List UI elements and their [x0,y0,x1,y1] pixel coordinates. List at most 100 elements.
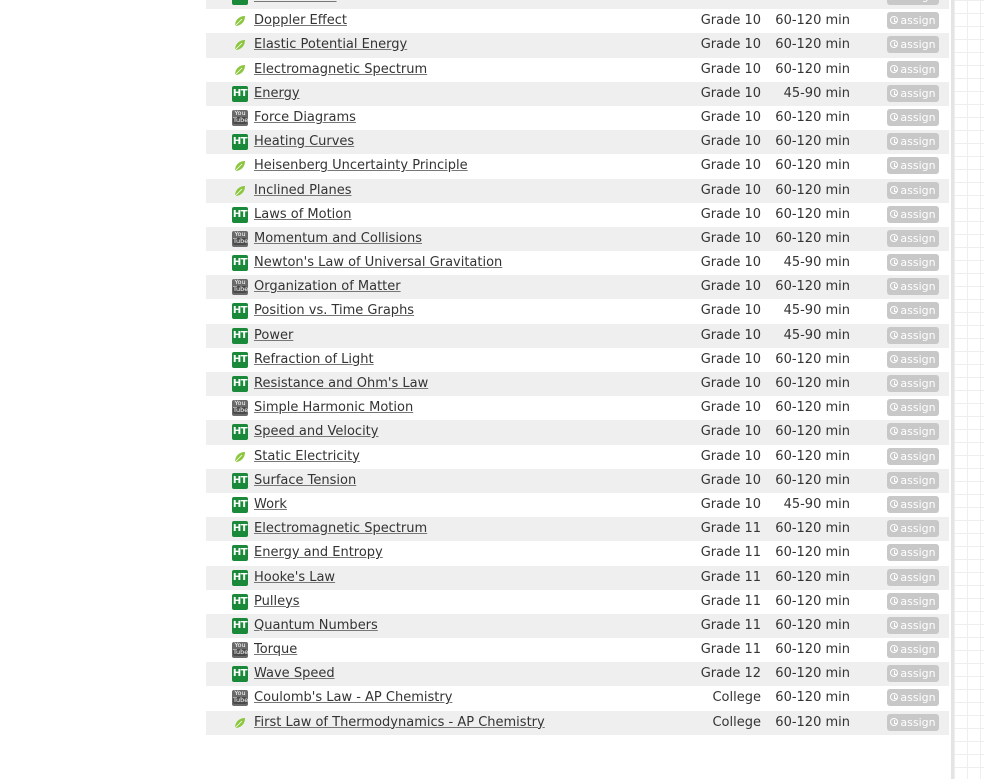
clock-icon [890,717,899,726]
activity-title-link[interactable]: Momentum and Collisions [254,231,422,246]
activity-title-link[interactable]: Newton's Law of Universal Gravitation [254,255,502,270]
clock-icon [890,499,899,508]
activity-title-link[interactable]: Coulomb's Law - AP Chemistry [254,690,452,705]
table-row: Doppler Effect Grade 10 60-120 min assign [206,9,949,33]
duration: 60-120 min [775,400,850,416]
assign-label: assign [900,328,936,342]
grade-level: Grade 10 [700,61,761,77]
duration: 60-120 min [775,666,850,682]
activity-title-link[interactable]: Electromagnetic Spectrum [254,521,427,536]
duration: 60-120 min [775,376,850,391]
grade-level: Grade 10 [700,109,761,125]
activity-title-link[interactable]: Work [254,497,287,512]
clock-icon [890,306,899,315]
activity-title-link[interactable]: Pulleys [254,594,300,609]
clock-icon [890,161,899,170]
assign-button[interactable]: assign [887,520,939,538]
activity-title-link[interactable]: Force Diagrams [254,110,356,125]
activity-title-link[interactable]: Hooke's Law [254,570,335,585]
youtube-icon: You Tube [232,108,249,126]
assign-button[interactable]: assign [887,592,939,610]
assign-button[interactable]: assign [887,447,939,465]
activity-title-link[interactable]: Torque [254,642,297,657]
ht-icon: HT [232,521,248,538]
assign-button[interactable]: assign [887,544,939,562]
activity-title-link[interactable]: Refraction of Light [254,352,374,367]
activity-title-link[interactable]: Position vs. Time Graphs [254,303,414,318]
activity-title-link[interactable]: Heisenberg Uncertainty Principle [254,158,468,173]
assign-button[interactable]: assign [887,205,939,223]
grade-level: Grade 10 [700,400,761,416]
assign-button[interactable]: assign [887,641,939,659]
table-row: You Tube Momentum and Collisions Grade 10 60… [206,226,949,252]
leaf-icon [232,158,248,174]
leaf-icon [232,62,248,78]
assign-button[interactable]: assign [887,375,939,392]
activity-title-link[interactable]: Electromagnetic Spectrum [254,62,427,77]
activity-title-link[interactable]: Heating Curves [254,134,354,149]
assign-label: assign [900,691,936,705]
clock-icon [890,427,899,436]
assign-button[interactable]: assign [887,568,939,586]
ht-icon: HT [232,206,248,223]
assign-button[interactable]: assign [887,689,939,707]
assign-button[interactable]: assign [887,0,939,5]
assign-button[interactable]: assign [887,616,939,634]
assign-button[interactable]: assign [887,350,939,368]
clock-icon [890,572,899,581]
assign-button[interactable]: assign [887,157,939,175]
activity-title-link[interactable]: Wave Speed [254,666,335,681]
duration: 60-120 min [775,134,850,150]
assign-button[interactable]: assign [887,254,939,272]
activity-title-link[interactable]: Laws of Motion [254,207,351,222]
duration: 45-90 min [783,255,850,271]
table-row: Static Electricity Grade 10 60-120 min assi… [206,445,949,469]
activity-title-link[interactable]: Energy [254,86,300,101]
activity-title-link[interactable]: Static Electricity [254,449,360,464]
activity-title-link[interactable]: Speed and Velocity [254,424,378,439]
table-row: HT Speed and Velocity Grade 10 60-120 min as… [206,420,949,445]
assign-button[interactable]: assign [887,108,939,126]
duration: 45-90 min [783,303,850,319]
grade-level: College [712,714,761,730]
assign-button[interactable]: assign [887,84,939,102]
activity-title-link[interactable]: Doppler Effect [254,13,347,28]
assign-button[interactable]: assign [887,326,939,344]
duration: 60-120 min [775,13,850,29]
activity-title-link[interactable]: Simple Harmonic Motion [254,400,413,415]
assign-button[interactable]: assign [887,713,939,731]
assign-button[interactable]: assign [887,60,939,78]
ht-icon: HT [232,496,248,513]
activity-title-link[interactable]: Energy and Entropy [254,545,383,560]
assign-button[interactable]: assign [887,133,939,151]
assign-button[interactable]: assign [887,423,939,441]
activity-title-link[interactable]: Charles' Law [254,0,337,4]
grade-level: Grade 10 [700,255,761,271]
grade-level: Grade 10 [700,279,761,295]
table-row: You Tube Simple Harmonic Motion Grade 10 60-… [206,396,949,420]
assign-button[interactable]: assign [887,495,939,513]
assign-button[interactable]: assign [887,399,939,417]
assign-button[interactable]: assign [887,302,939,320]
activity-title-link[interactable]: Inclined Planes [254,183,352,198]
assign-button[interactable]: assign [887,181,939,199]
assign-button[interactable]: assign [887,229,939,247]
table-row: You Tube Coulomb's Law - AP Chemistry Colle… [206,686,949,710]
activity-title-link[interactable]: Surface Tension [254,473,356,488]
duration: 60-120 min [775,448,850,464]
leaf-icon [232,183,248,199]
activity-title-link[interactable]: Organization of Matter [254,279,401,294]
assign-button[interactable]: assign [887,12,939,30]
assign-button[interactable]: assign [887,471,939,489]
activity-title-link[interactable]: First Law of Thermodynamics - AP Chemist… [254,715,545,730]
activity-title-link[interactable]: Quantum Numbers [254,618,378,633]
youtube-icon: You Tube [232,641,249,659]
table-row: HT Heating Curves Grade 10 60-120 min assign [206,130,949,155]
assign-button[interactable]: assign [887,665,939,683]
activity-title-link[interactable]: Elastic Potential Energy [254,37,407,52]
assign-button[interactable]: assign [887,36,939,54]
activity-title-link[interactable]: Resistance and Ohm's Law [254,376,428,391]
ht-icon: HT [232,85,248,102]
assign-button[interactable]: assign [887,278,939,296]
activity-title-link[interactable]: Power [254,328,293,343]
